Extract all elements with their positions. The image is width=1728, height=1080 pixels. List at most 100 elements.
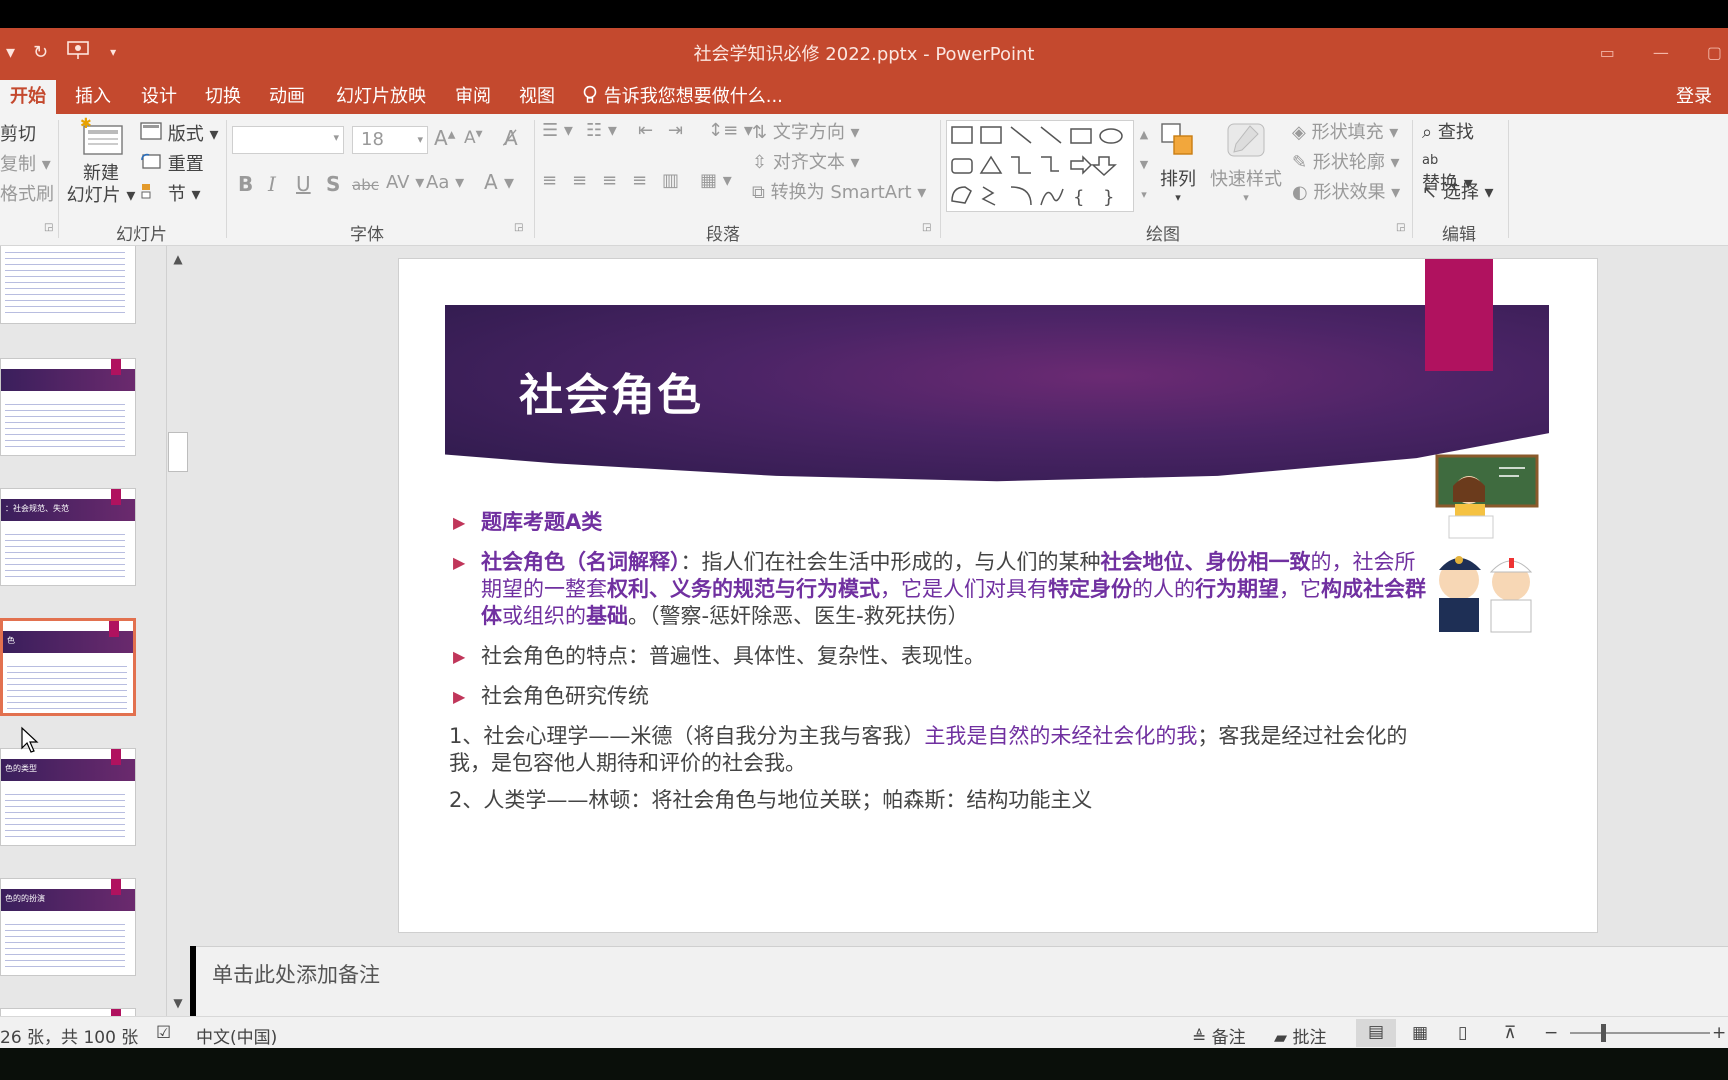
scroll-thumb[interactable] [168, 432, 188, 472]
slide-thumbnail[interactable]: ：社会规范、失范 [0, 488, 136, 586]
zoom-slider[interactable] [1570, 1032, 1710, 1034]
shape-outline-button[interactable]: ✎ 形状轮廓 ▾ [1292, 148, 1400, 174]
grow-font-icon[interactable]: A▲ [434, 126, 455, 150]
underline-icon[interactable]: U [296, 172, 311, 196]
scroll-up-icon[interactable]: ▲ [167, 248, 189, 270]
select-button[interactable]: ↖ 选择 ▾ [1422, 178, 1494, 204]
sign-in-link[interactable]: 登录 [1676, 80, 1712, 114]
slide-sorter-icon[interactable]: ▦ [1412, 1023, 1428, 1043]
tab-insert[interactable]: 插入 [64, 80, 122, 114]
align-left-icon[interactable]: ≡ [542, 170, 557, 191]
slide-canvas[interactable]: 社会角色 ▶ 题库考题A类 ▶ 社会角色（名词解释）：指人们在社会生活中形成的，… [398, 258, 1598, 933]
thumbnail-scrollbar[interactable]: ▲ ▼ [166, 246, 188, 1016]
ribbon-display-options-icon[interactable]: ▭ [1600, 43, 1615, 62]
font-name-box[interactable]: ▾ [232, 126, 344, 154]
zoom-in-icon[interactable]: + [1712, 1023, 1726, 1043]
slide-thumbnail-selected[interactable]: 色 [0, 618, 136, 716]
numbering-icon[interactable]: ☷ ▾ [586, 120, 617, 141]
align-center-icon[interactable]: ≡ [572, 170, 587, 191]
shape-effects-button[interactable]: ◐ 形状效果 ▾ [1292, 178, 1400, 204]
drawing-launcher-icon[interactable]: ◲ [1396, 222, 1405, 233]
slide-thumbnail[interactable]: 色的类型 [0, 748, 136, 846]
convert-smartart-button[interactable]: ⧉ 转换为 SmartArt ▾ [752, 178, 926, 204]
zoom-out-icon[interactable]: − [1544, 1023, 1558, 1043]
new-slide-button[interactable]: ✱ 新建 幻灯片 ▾ [66, 116, 136, 207]
slide-body-text[interactable]: ▶ 题库考题A类 ▶ 社会角色（名词解释）：指人们在社会生活中形成的，与人们的某… [449, 509, 1429, 824]
new-slide-label-2: 幻灯片 ▾ [66, 185, 136, 206]
slide-thumbnail-pane[interactable]: ：社会规范、失范 色 色的类型 色的的扮演 [0, 246, 190, 1016]
cut-button[interactable]: 剪切 [0, 120, 36, 146]
tab-slideshow[interactable]: 幻灯片放映 [328, 80, 434, 114]
align-right-icon[interactable]: ≡ [602, 170, 617, 191]
ribbon: 剪切 复制 ▾ 格式刷 ◲ ✱ 新建 幻灯片 ▾ 版式 ▾ 重置 节 ▾ 幻灯片… [0, 114, 1728, 246]
normal-view-icon[interactable]: ▤ [1356, 1019, 1396, 1047]
find-button[interactable]: ⌕ 查找 [1422, 118, 1474, 144]
slide-thumbnail[interactable] [0, 246, 136, 324]
format-painter-button[interactable]: 格式刷 [0, 180, 54, 206]
italic-icon[interactable]: I [268, 172, 276, 196]
thumbnail-text-lines [5, 247, 125, 317]
tab-review[interactable]: 审阅 [444, 80, 502, 114]
quick-styles-button[interactable]: 快速样式 ▾ [1210, 120, 1282, 204]
slideshow-view-icon[interactable]: ⊼ [1504, 1023, 1516, 1043]
distributed-icon[interactable]: ▥ [662, 170, 679, 191]
strikethrough-icon[interactable]: abc [352, 176, 379, 194]
text-direction-button[interactable]: ⇅ 文字方向 ▾ [752, 118, 860, 144]
font-color-icon[interactable]: A ▾ [484, 170, 514, 194]
slide-thumbnail[interactable] [0, 358, 136, 456]
paragraph-1-text: 1、社会心理学——米德（将自我分为主我与客我） [449, 724, 925, 748]
comments-toggle-button[interactable]: ▰ 批注 [1274, 1023, 1326, 1048]
spell-check-icon[interactable]: ☑ [156, 1023, 171, 1043]
scroll-down-icon[interactable]: ▼ [167, 992, 189, 1014]
line-spacing-icon[interactable]: ↕≡ ▾ [708, 120, 753, 141]
bold-icon[interactable]: B [238, 172, 253, 196]
slide-title[interactable]: 社会角色 [519, 359, 703, 423]
divider [1412, 120, 1413, 238]
font-launcher-icon[interactable]: ◲ [514, 222, 523, 233]
justify-icon[interactable]: ≡ [632, 170, 647, 191]
slide-thumbnail[interactable]: 色的的扮演 [0, 878, 136, 976]
slide-thumbnail[interactable] [0, 1008, 136, 1016]
zoom-slider-handle[interactable] [1601, 1024, 1606, 1042]
ribbon-tab-bar: 开始 插入 设计 切换 动画 幻灯片放映 审阅 视图 告诉我您想要做什么... … [0, 76, 1728, 114]
tell-me-box[interactable]: 告诉我您想要做什么... [582, 80, 783, 114]
clipboard-launcher-icon[interactable]: ◲ [44, 222, 53, 233]
gallery-scroll-up-icon[interactable]: ▲ ▼ ▾ [1136, 120, 1152, 210]
columns-icon[interactable]: ▦ ▾ [700, 170, 732, 191]
notes-toggle-button[interactable]: ≜ 备注 [1192, 1023, 1246, 1048]
shape-fill-button[interactable]: ◈ 形状填充 ▾ [1292, 118, 1398, 144]
increase-indent-icon[interactable]: ⇥ [668, 120, 683, 141]
change-case-icon[interactable]: Aa ▾ [426, 172, 464, 193]
tab-view[interactable]: 视图 [508, 80, 566, 114]
reset-button[interactable]: 重置 [140, 150, 204, 176]
tab-home[interactable]: 开始 [0, 80, 56, 114]
maximize-icon[interactable]: ▢ [1707, 43, 1722, 62]
tab-design[interactable]: 设计 [130, 80, 188, 114]
shrink-font-icon[interactable]: A▼ [464, 128, 483, 148]
arrange-button[interactable]: 排列 ▾ [1156, 120, 1200, 204]
occupation-illustration[interactable] [1429, 454, 1539, 634]
shapes-gallery[interactable]: {} [946, 120, 1134, 212]
paragraph-launcher-icon[interactable]: ◲ [922, 222, 931, 233]
align-text-button[interactable]: ⇳ 对齐文本 ▾ [752, 148, 860, 174]
bullet-arrow-icon: ▶ [453, 687, 466, 706]
layout-button[interactable]: 版式 ▾ [140, 120, 219, 146]
clear-formatting-icon[interactable]: A̸ [504, 126, 518, 150]
section-button[interactable]: 节 ▾ [140, 180, 201, 206]
tab-transitions[interactable]: 切换 [194, 80, 252, 114]
language-indicator[interactable]: 中文(中国) [196, 1023, 277, 1048]
notes-pane[interactable]: 单击此处添加备注 [196, 946, 1728, 1016]
shadow-icon[interactable]: S [326, 172, 340, 196]
char-spacing-icon[interactable]: AV ▾ [386, 172, 424, 193]
minimize-icon[interactable]: — [1653, 43, 1669, 62]
align-text-label: 对齐文本 [772, 152, 845, 173]
reading-view-icon[interactable]: ▯ [1458, 1023, 1467, 1043]
shapes-gallery-icon: {} [951, 126, 1123, 208]
definition-example: 。（警察-惩奸除恶、医生-救死扶伤） [628, 604, 969, 628]
slide-count: 26 张，共 100 张 [0, 1028, 139, 1048]
copy-button[interactable]: 复制 ▾ [0, 150, 51, 176]
bullets-icon[interactable]: ☰ ▾ [542, 120, 573, 141]
decrease-indent-icon[interactable]: ⇤ [638, 120, 653, 141]
font-size-box[interactable]: 18 ▾ [352, 126, 428, 154]
tab-animations[interactable]: 动画 [258, 80, 316, 114]
